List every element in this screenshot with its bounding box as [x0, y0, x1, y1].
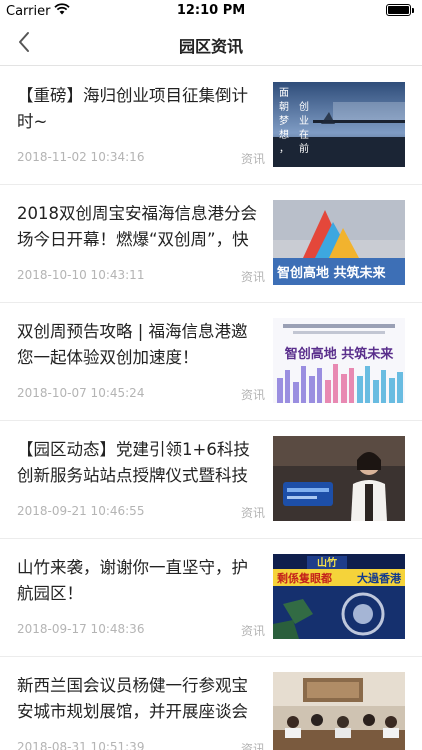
thumb-text: 大過香港	[357, 571, 402, 585]
news-item[interactable]: 【园区动态】党建引领1+6科技创新服务站站点授牌仪式暨科技 2018-09-21…	[0, 421, 422, 539]
news-date: 2018-10-10 10:43:11	[17, 268, 145, 282]
news-category: 资讯	[241, 742, 266, 750]
news-item[interactable]: 山竹来袭，谢谢你一直坚守，护航园区！ 2018-09-17 10:48:36 资…	[0, 539, 422, 657]
thumb-text: 在	[299, 129, 309, 141]
thumb-text: 智创高地 共筑未来	[277, 265, 387, 281]
news-date: 2018-08-31 10:51:39	[17, 740, 145, 750]
thumb-text: ，	[279, 144, 289, 155]
news-category: 资讯	[241, 624, 266, 638]
thumb-text: 创	[299, 100, 309, 113]
thumb-text: 剩係隻眼都	[277, 571, 332, 585]
news-list: 【重磅】海归创业项目征集倒计时~ 2018-11-02 10:34:16 资讯	[0, 67, 422, 750]
news-category: 资讯	[241, 152, 266, 166]
thumb-text: 想	[279, 128, 289, 141]
status-bar: Carrier 12:10 PM	[0, 0, 422, 22]
battery-fill	[388, 6, 409, 14]
news-date: 2018-09-21 10:46:55	[17, 504, 145, 518]
news-title: 【园区动态】党建引领1+6科技创新服务站站点授牌仪式暨科技	[17, 440, 250, 485]
status-time: 12:10 PM	[176, 3, 246, 18]
news-title: 2018双创周宝安福海信息港分会场今日开幕！燃爆“双创周”，快	[17, 204, 257, 249]
news-category: 资讯	[241, 388, 266, 402]
news-date: 2018-11-02 10:34:16	[17, 150, 145, 164]
thumb-text: 面	[279, 88, 289, 99]
thumb-text: 前	[299, 142, 309, 155]
page-title: 园区资讯	[178, 37, 243, 56]
news-thumbnail: 智创高地 共筑未来	[273, 318, 405, 403]
news-item[interactable]: 【重磅】海归创业项目征集倒计时~ 2018-11-02 10:34:16 资讯	[0, 67, 422, 185]
news-title: 山竹来袭，谢谢你一直坚守，护航园区！	[17, 558, 248, 603]
thumb-text: 梦	[279, 115, 289, 127]
news-date: 2018-10-07 10:45:24	[17, 386, 145, 400]
thumb-text: 朝	[279, 101, 289, 113]
news-item[interactable]: 新西兰国会议员杨健一行参观宝安城市规划展馆，并开展座谈会 2018-08-31 …	[0, 657, 422, 750]
news-date: 2018-09-17 10:48:36	[17, 622, 145, 636]
news-category: 资讯	[241, 270, 266, 284]
thumb-text: 智创高地 共筑未来	[285, 346, 395, 362]
news-thumbnail	[273, 672, 405, 750]
news-thumbnail: 面 朝 梦 想 ， 创 业 在 前	[273, 82, 405, 167]
news-title: 新西兰国会议员杨健一行参观宝安城市规划展馆，并开展座谈会	[17, 676, 248, 721]
news-item[interactable]: 2018双创周宝安福海信息港分会场今日开幕！燃爆“双创周”，快 2018-10-…	[0, 185, 422, 303]
thumb-text: 业	[299, 115, 309, 127]
battery-icon	[386, 4, 414, 16]
news-title: 【重磅】海归创业项目征集倒计时~	[17, 86, 248, 131]
news-item[interactable]: 双创周预告攻略 | 福海信息港邀您一起体验双创加速度！ 2018-10-07 1…	[0, 303, 422, 421]
news-thumbnail	[273, 436, 405, 521]
news-thumbnail: 山竹 剩係隻眼都 大過香港	[273, 554, 405, 639]
navigation-bar: 园区资讯	[0, 22, 422, 66]
thumb-text: 山竹	[317, 556, 337, 569]
news-title: 双创周预告攻略 | 福海信息港邀您一起体验双创加速度！	[17, 322, 248, 367]
news-category: 资讯	[241, 506, 266, 520]
news-thumbnail: 智创高地 共筑未来	[273, 200, 405, 285]
